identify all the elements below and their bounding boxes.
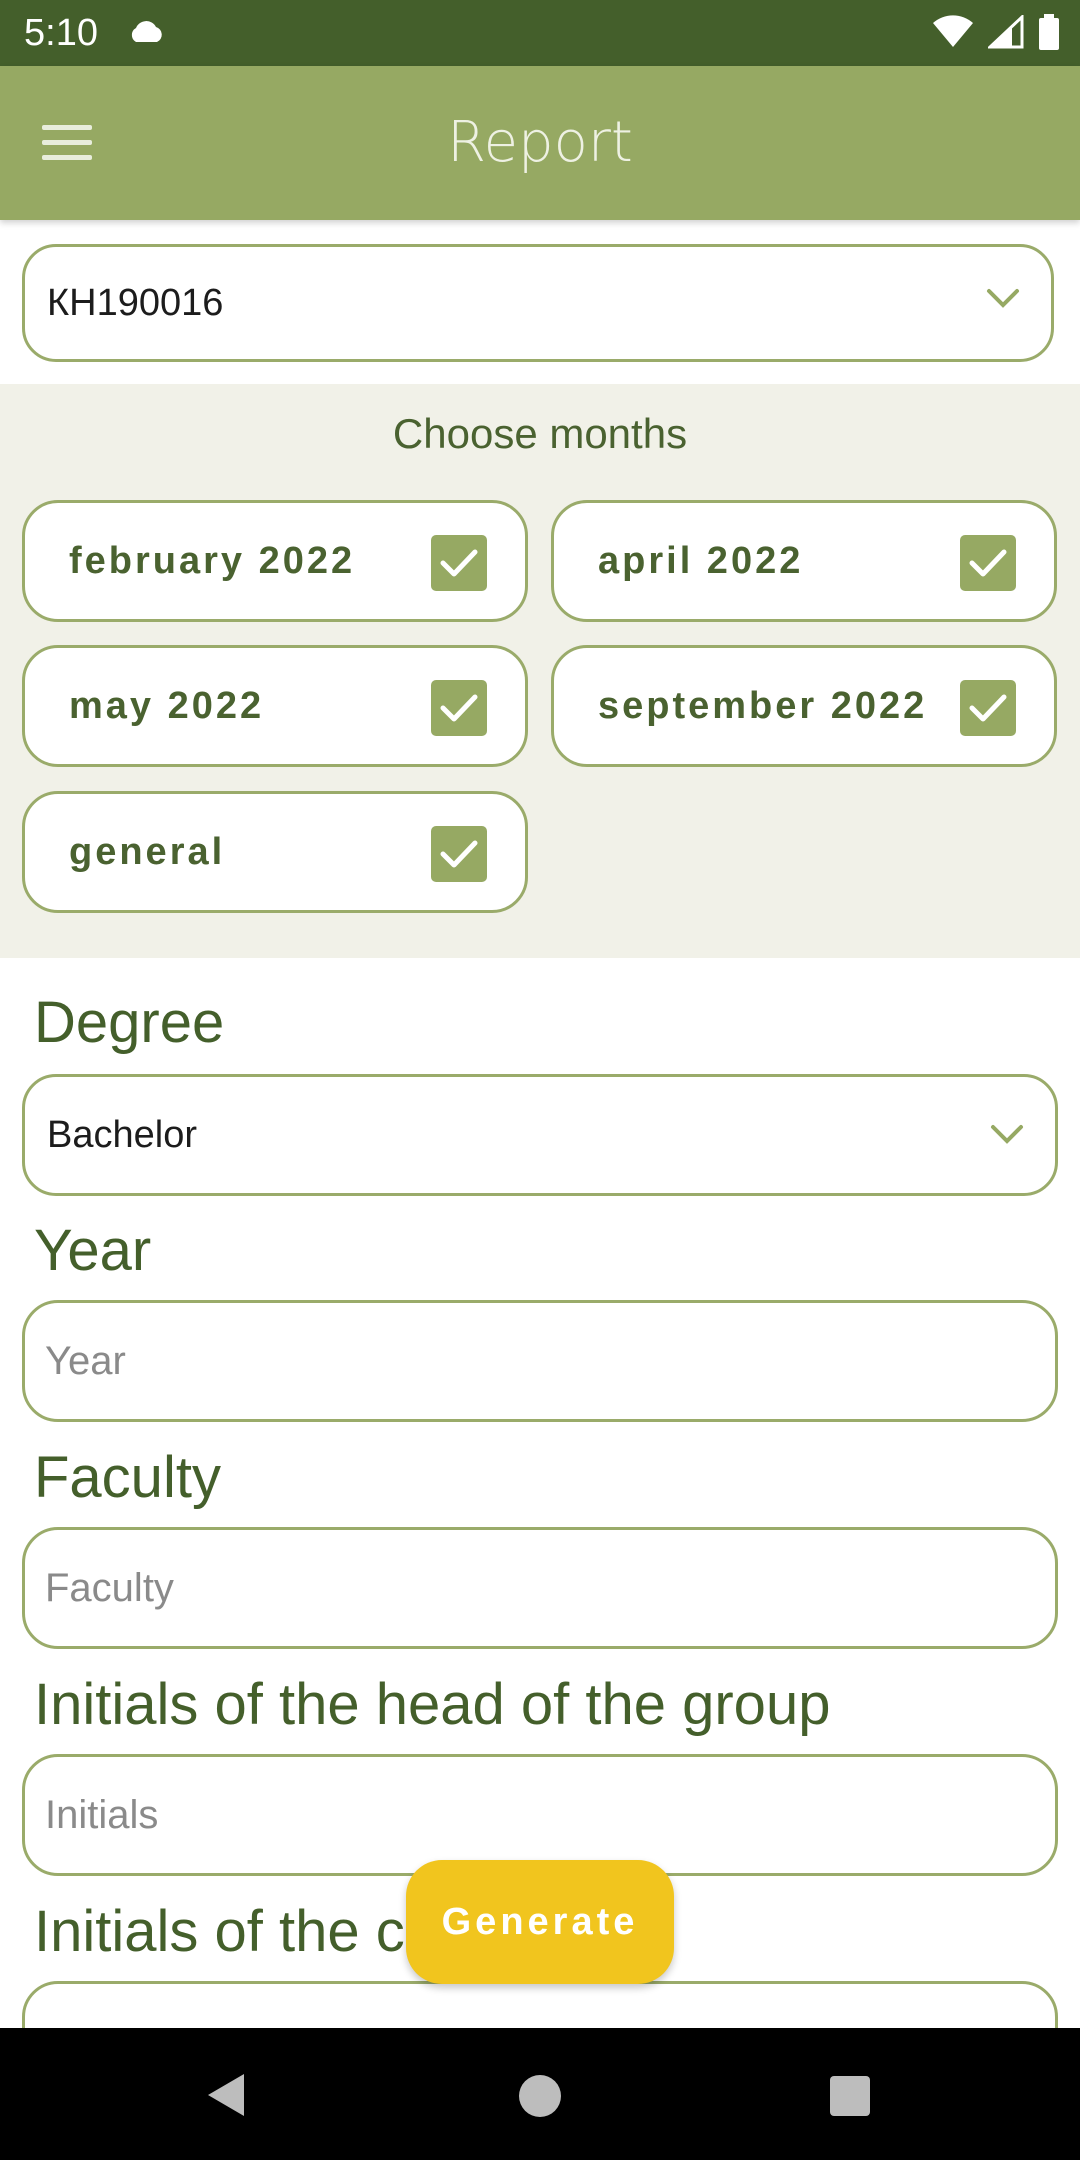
degree-label: Degree — [34, 990, 225, 1055]
chevron-down-icon — [989, 1123, 1025, 1150]
checkbox-checked-icon[interactable] — [960, 535, 1016, 591]
month-chip-general[interactable]: general — [22, 791, 528, 913]
status-bar: 5:10 — [0, 0, 1080, 66]
group-select-value: КН190016 — [47, 282, 224, 324]
month-chip-label: general — [69, 831, 226, 873]
degree-select[interactable]: Bachelor — [22, 1074, 1058, 1196]
app-bar: Report — [0, 66, 1080, 220]
signal-icon — [986, 13, 1024, 54]
checkbox-checked-icon[interactable] — [431, 535, 487, 591]
year-field-box — [22, 1300, 1058, 1422]
checkbox-checked-icon[interactable] — [431, 826, 487, 882]
wifi-icon — [932, 15, 974, 54]
month-chip-may-2022[interactable]: may 2022 — [22, 645, 528, 767]
faculty-field-box — [22, 1527, 1058, 1649]
head-initials-input[interactable] — [45, 1757, 1025, 1873]
group-select[interactable]: КН190016 — [22, 244, 1054, 362]
month-chip-label: april 2022 — [598, 540, 804, 582]
degree-select-value: Bachelor — [47, 1114, 197, 1156]
month-chip-label: february 2022 — [69, 540, 356, 582]
faculty-label: Faculty — [34, 1445, 221, 1510]
recents-icon[interactable] — [830, 2076, 870, 2116]
month-chip-april-2022[interactable]: april 2022 — [551, 500, 1057, 622]
checkbox-checked-icon[interactable] — [431, 680, 487, 736]
month-chip-february-2022[interactable]: february 2022 — [22, 500, 528, 622]
page-title: Report — [447, 110, 633, 175]
chevron-down-icon — [985, 287, 1021, 314]
month-chip-label: september 2022 — [598, 685, 928, 727]
status-time: 5:10 — [24, 12, 98, 54]
next-field-label: Initials of the c — [34, 1899, 405, 1964]
month-chip-september-2022[interactable]: september 2022 — [551, 645, 1057, 767]
group-select-section: КН190016 — [0, 220, 1080, 384]
navigation-bar — [0, 2028, 1080, 2160]
battery-icon — [1038, 14, 1060, 55]
back-icon[interactable] — [204, 2070, 248, 2125]
year-label: Year — [34, 1218, 152, 1283]
months-section: Choose months february 2022 april 2022 m… — [0, 384, 1080, 958]
home-icon[interactable] — [519, 2075, 561, 2117]
generate-button[interactable]: Generate — [406, 1860, 674, 1984]
months-title: Choose months — [392, 410, 688, 457]
year-input[interactable] — [45, 1303, 1025, 1419]
head-initials-field-box — [22, 1754, 1058, 1876]
faculty-input[interactable] — [45, 1530, 1025, 1646]
month-chip-label: may 2022 — [69, 685, 265, 727]
head-initials-label: Initials of the head of the group — [34, 1672, 831, 1737]
cloud-icon — [126, 18, 166, 49]
checkbox-checked-icon[interactable] — [960, 680, 1016, 736]
